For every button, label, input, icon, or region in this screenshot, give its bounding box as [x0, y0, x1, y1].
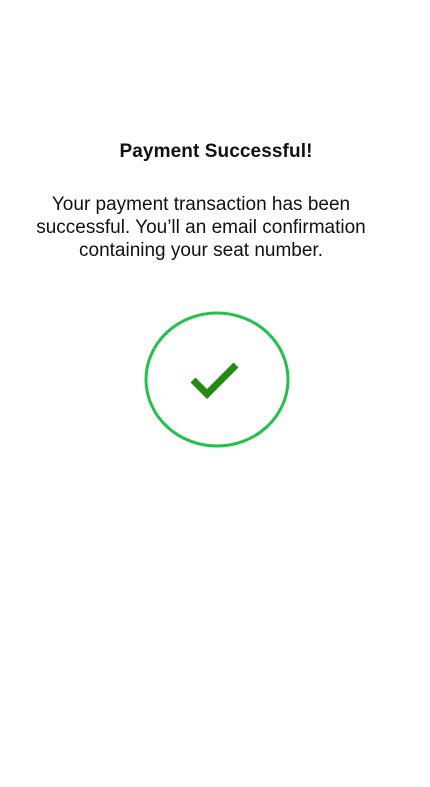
- page-title: Payment Successful!: [119, 140, 313, 162]
- success-badge: [144, 311, 290, 448]
- confirmation-message: Your payment transaction has been succes…: [36, 194, 366, 261]
- check-circle-icon: [144, 311, 290, 448]
- payment-success-screen: Payment Successful! Your payment transac…: [0, 0, 430, 787]
- checkmark-icon: [190, 362, 239, 399]
